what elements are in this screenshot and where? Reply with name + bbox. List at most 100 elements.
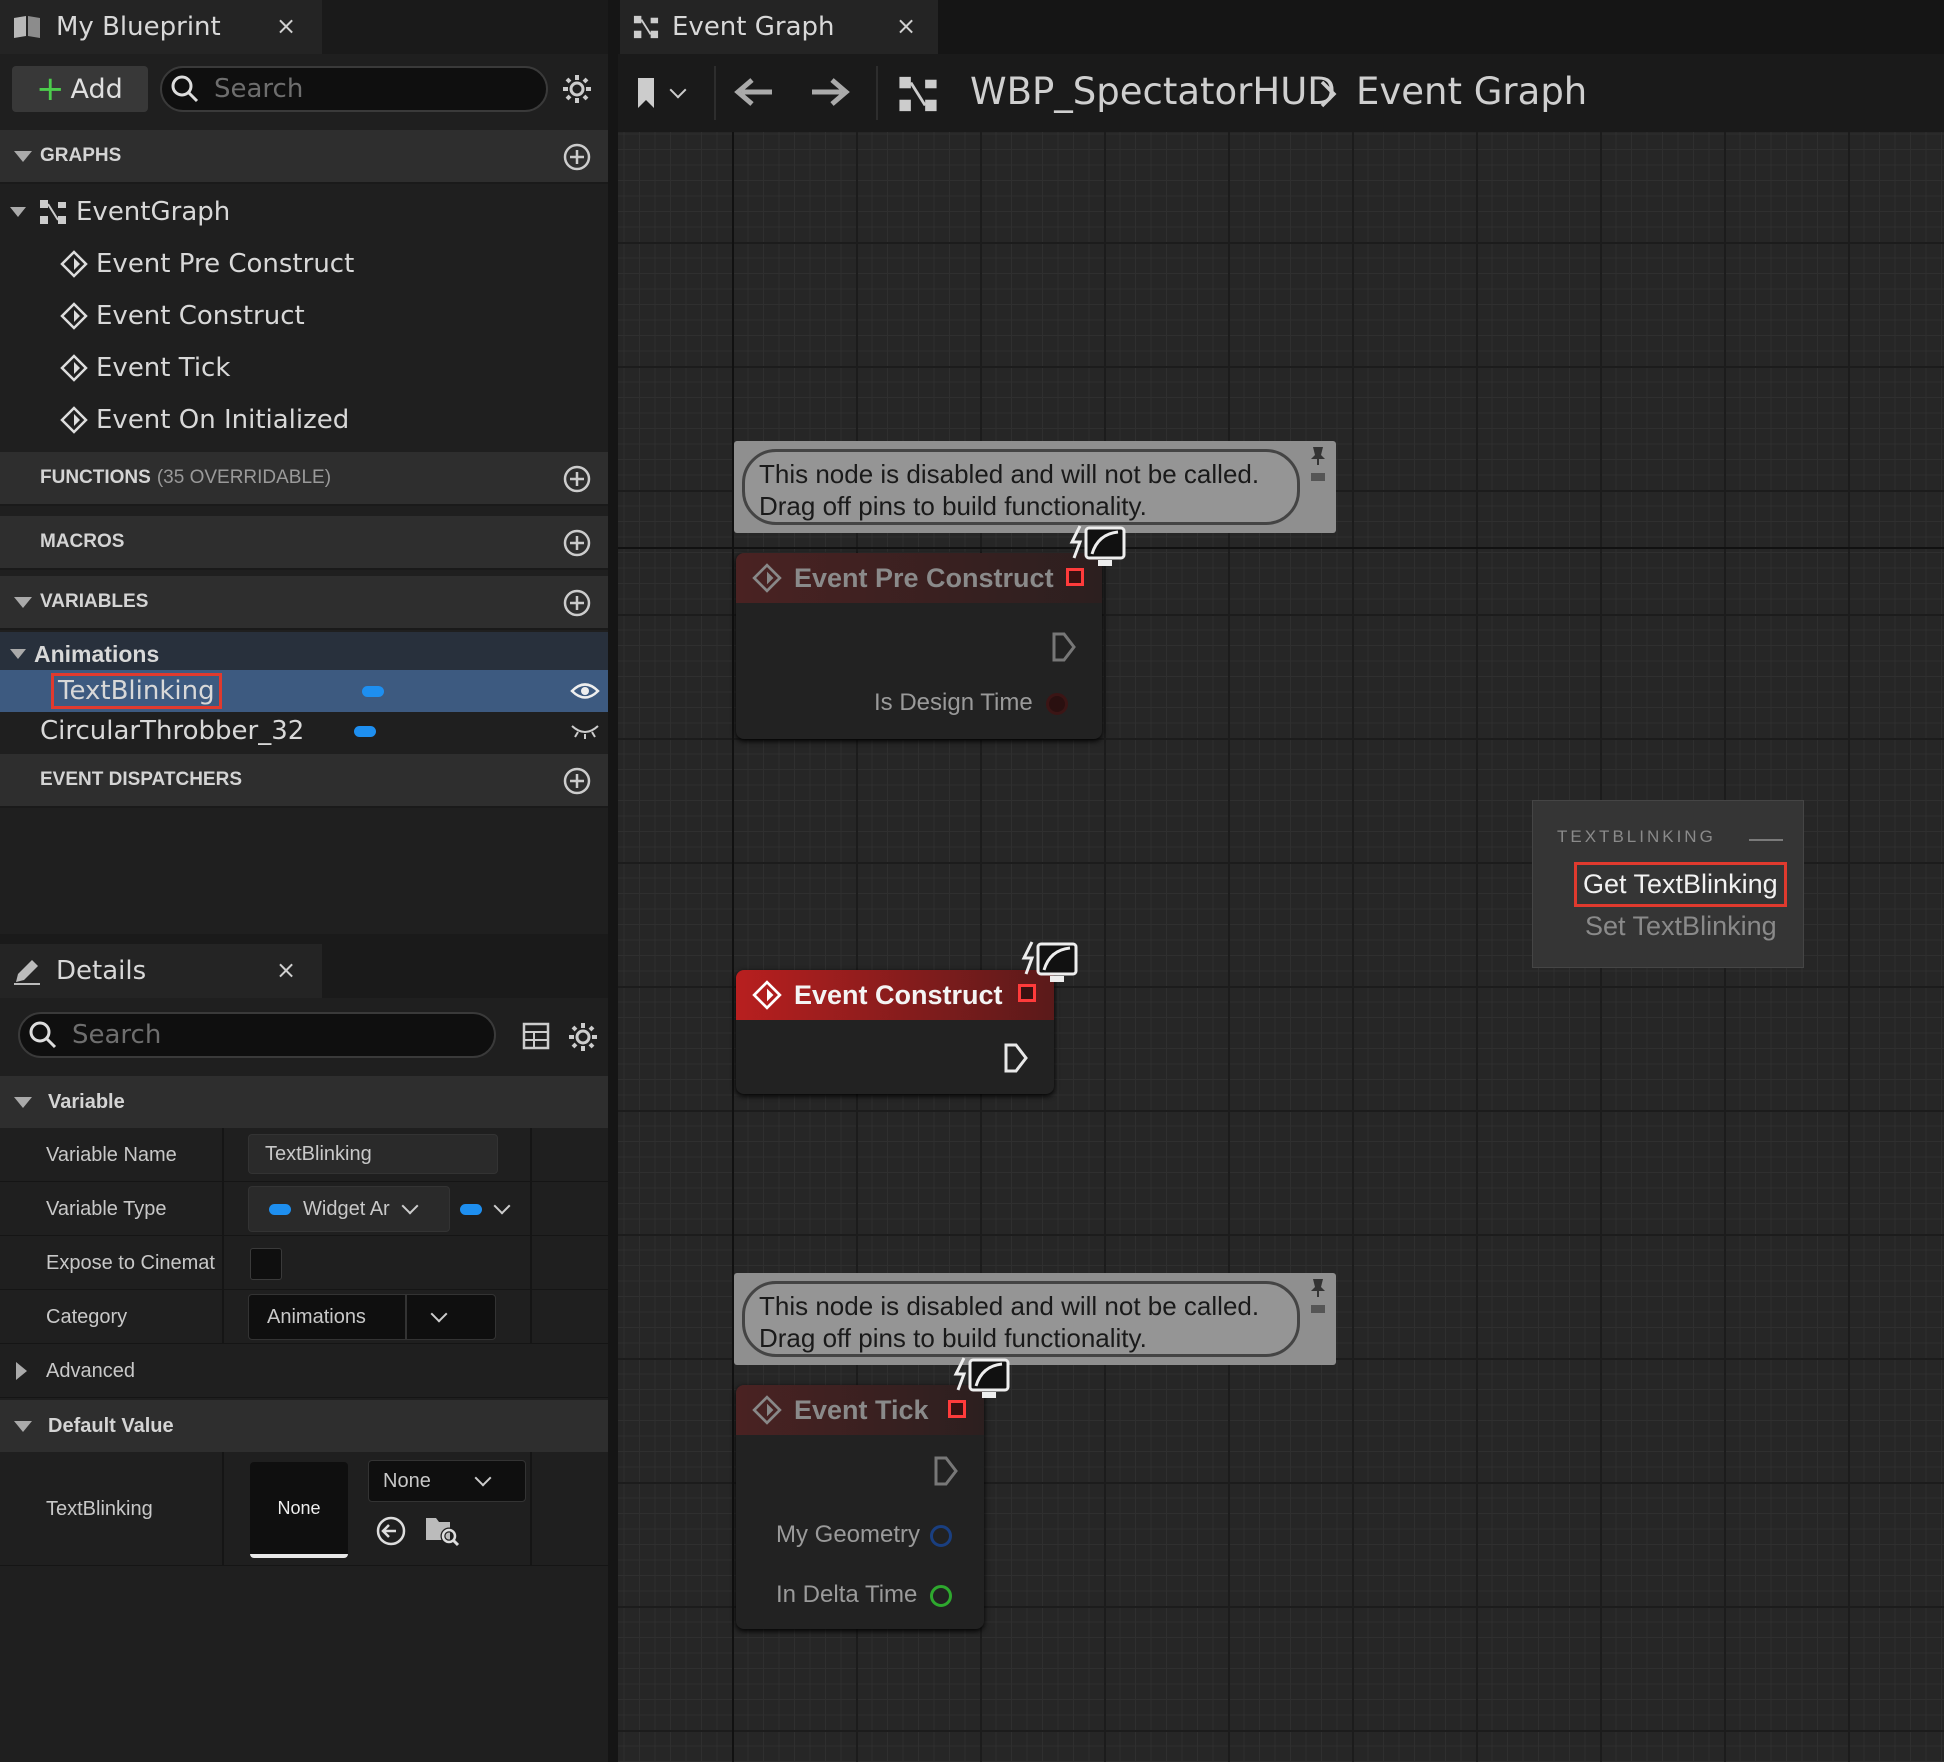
pin-label: In Delta Time [776, 1581, 918, 1608]
search-icon [29, 1021, 57, 1049]
node-title: Event Tick [794, 1394, 929, 1425]
chevron-down-icon[interactable] [669, 81, 687, 99]
tree-item-event[interactable]: Event Pre Construct [0, 238, 608, 290]
use-selected-icon[interactable] [374, 1514, 408, 1548]
details-tab[interactable]: Details × [0, 944, 322, 998]
close-icon[interactable]: × [276, 956, 296, 984]
event-label: Event Pre Construct [96, 249, 355, 279]
my-blueprint-tab[interactable]: My Blueprint × [0, 0, 322, 54]
node-event-tick[interactable]: Event Tick My Geometry In Delta Time [736, 1385, 984, 1629]
add-button[interactable]: + Add [12, 66, 148, 112]
variables-section-header[interactable]: VARIABLES [0, 576, 608, 630]
float-pin-icon[interactable] [930, 1585, 952, 1607]
divider [222, 1452, 224, 1565]
table-view-icon[interactable] [522, 1022, 550, 1050]
bool-pin-icon[interactable] [1046, 693, 1068, 715]
details-title: Details [56, 956, 147, 986]
eye-closed-icon[interactable] [570, 722, 600, 740]
macros-section-header[interactable]: MACROS [0, 516, 608, 570]
divider [530, 1236, 532, 1289]
gear-icon[interactable] [562, 74, 592, 104]
category-value: Animations [267, 1305, 366, 1328]
add-function-icon[interactable] [562, 464, 592, 494]
menu-item-set[interactable]: Set TextBlinking [1585, 911, 1777, 942]
close-icon[interactable]: × [896, 12, 916, 40]
variable-type-dropdown[interactable]: Widget Ar [248, 1186, 450, 1232]
functions-label: FUNCTIONS [40, 467, 151, 488]
tree-item-event[interactable]: Event Construct [0, 290, 608, 342]
event-diamond-icon [752, 1395, 782, 1425]
variable-item-textblinking[interactable]: TextBlinking [0, 670, 608, 712]
pin-comment-icon[interactable] [1308, 445, 1328, 485]
variable-type-pill [362, 686, 384, 697]
variable-type-pill [354, 726, 376, 737]
chevron-down-icon[interactable] [493, 1197, 511, 1215]
add-macro-icon[interactable] [562, 528, 592, 558]
add-dispatcher-icon[interactable] [562, 766, 592, 796]
event-dispatchers-section-header[interactable]: EVENT DISPATCHERS [0, 754, 608, 808]
client-only-icon [953, 1357, 1010, 1398]
asset-picker-dropdown[interactable]: None [368, 1460, 526, 1502]
chevron-down-icon [401, 1197, 419, 1215]
disabled-node-comment[interactable]: This node is disabled and will not be ca… [734, 1273, 1336, 1365]
variable-name-input[interactable]: TextBlinking [248, 1134, 498, 1174]
gear-icon[interactable] [568, 1022, 598, 1052]
expose-checkbox[interactable] [250, 1248, 282, 1280]
disabled-node-comment[interactable]: This node is disabled and will not be ca… [734, 441, 1336, 533]
container-type-pill[interactable] [460, 1204, 482, 1215]
close-icon[interactable]: × [276, 12, 296, 40]
pin-comment-icon[interactable] [1308, 1277, 1328, 1317]
exec-output-pin-icon[interactable] [1002, 1042, 1030, 1074]
tree-item-eventgraph[interactable]: EventGraph [0, 186, 608, 238]
browse-asset-icon[interactable] [424, 1512, 460, 1548]
variable-category-header[interactable]: Variable [0, 1076, 608, 1128]
graphs-section-header[interactable]: GRAPHS [0, 130, 608, 184]
graphs-label: GRAPHS [40, 145, 122, 166]
forward-arrow-icon[interactable] [810, 76, 850, 108]
add-variable-icon[interactable] [562, 588, 592, 618]
event-graph-tab[interactable]: Event Graph × [620, 0, 938, 54]
blueprint-search-input[interactable]: Search [160, 66, 548, 112]
variable-type-row: Variable Type Widget Ar [0, 1182, 608, 1236]
divider [530, 1128, 532, 1181]
pin-label: Is Design Time [874, 689, 1033, 716]
variable-name-row: Variable Name TextBlinking [0, 1128, 608, 1182]
chevron-down-icon[interactable] [430, 1305, 448, 1323]
variable-item-circularthrobber[interactable]: CircularThrobber_32 [0, 710, 608, 752]
asset-thumbnail[interactable]: None [250, 1462, 348, 1558]
add-graph-icon[interactable] [562, 142, 592, 172]
category-name: Default Value [48, 1414, 174, 1437]
divider [222, 1290, 224, 1343]
details-panel: Search Variable Variable Name TextBlinki… [0, 998, 608, 1762]
node-header: Event Tick [736, 1385, 984, 1435]
breadcrumb-root[interactable]: WBP_SpectatorHUD [970, 70, 1336, 113]
tree-item-event[interactable]: Event On Initialized [0, 394, 608, 446]
tree-item-event[interactable]: Event Tick [0, 342, 608, 394]
struct-pin-icon[interactable] [930, 1525, 952, 1547]
property-label: Variable Type [46, 1198, 167, 1220]
menu-item-get[interactable]: Get TextBlinking [1574, 862, 1787, 907]
functions-section-header[interactable]: FUNCTIONS (35 OVERRIDABLE) [0, 452, 608, 506]
collapse-arrow-icon [14, 1096, 32, 1108]
exec-output-pin-icon[interactable] [1050, 631, 1078, 663]
node-event-construct[interactable]: Event Construct [736, 970, 1054, 1094]
back-arrow-icon[interactable] [734, 76, 774, 108]
comment-text: This node is disabled and will not be ca… [759, 1291, 1260, 1321]
default-value-category-header[interactable]: Default Value [0, 1400, 608, 1452]
node-event-pre-construct[interactable]: Event Pre Construct Is Design Time [736, 553, 1102, 739]
property-label: Category [46, 1306, 128, 1328]
breadcrumb-leaf[interactable]: Event Graph [1356, 70, 1587, 113]
bookmark-icon[interactable] [634, 76, 658, 110]
comment-bubble: This node is disabled and will not be ca… [742, 1281, 1300, 1357]
advanced-row[interactable]: Advanced [0, 1344, 608, 1398]
search-placeholder: Search [72, 1020, 162, 1050]
variables-label: VARIABLES [40, 591, 149, 612]
menu-caption: TEXTBLINKING [1557, 827, 1716, 846]
eye-icon[interactable] [570, 680, 600, 702]
exec-output-pin-icon[interactable] [932, 1455, 960, 1487]
collapse-arrow-icon [14, 1420, 32, 1432]
details-search-input[interactable]: Search [18, 1012, 496, 1058]
category-combo[interactable]: Animations [248, 1294, 496, 1340]
advanced-label: Advanced [46, 1360, 135, 1382]
variable-name-label: CircularThrobber_32 [40, 716, 305, 746]
